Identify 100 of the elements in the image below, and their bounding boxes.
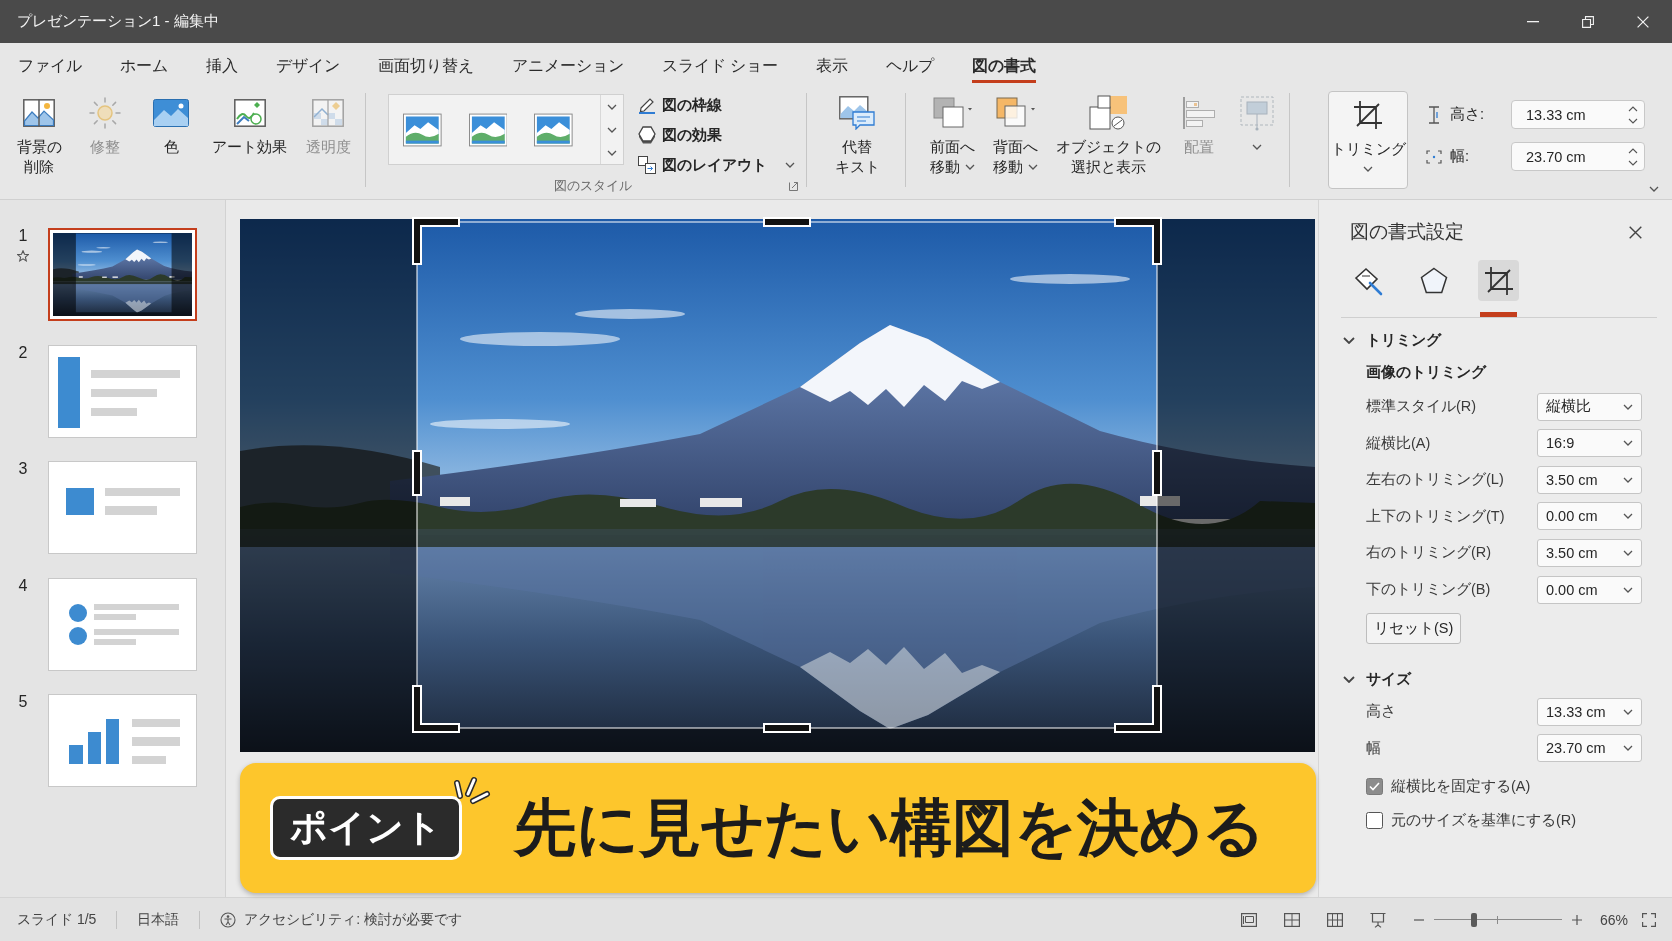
fit-to-window-icon[interactable] (1642, 912, 1656, 927)
picture-layout-button[interactable]: 図のレイアウト (638, 154, 798, 176)
picture-border-button[interactable]: 図の枠線 (638, 94, 798, 116)
ribbon-tab[interactable]: 表示 (816, 43, 849, 83)
field-label: 高さ: (1450, 105, 1486, 124)
chevron-down-icon[interactable] (1649, 186, 1659, 192)
reading-view-icon[interactable] (1326, 912, 1343, 927)
section-header[interactable]: トリミング (1343, 328, 1441, 352)
language-indicator[interactable]: 日本語 (137, 910, 180, 929)
crop-handle[interactable] (412, 450, 422, 496)
picture-effects-button[interactable]: 図の効果 (638, 124, 798, 146)
sparkle-icon (453, 775, 491, 807)
crop-icon (1353, 100, 1383, 130)
window-title: プレゼンテーション1 - 編集中 (17, 12, 219, 31)
crop-handle[interactable] (412, 217, 460, 265)
dropdown[interactable]: 3.50 cm (1537, 538, 1642, 567)
height-icon (1428, 105, 1440, 124)
selection-pane-button[interactable]: オブジェクトの 選択と表示 (1052, 85, 1165, 181)
ribbon-tab[interactable]: ホーム (120, 43, 168, 83)
crop-handle[interactable] (1114, 217, 1162, 265)
normal-view-icon[interactable] (1240, 912, 1257, 927)
picture-icon (312, 99, 344, 127)
slide-thumbnail[interactable] (48, 344, 197, 438)
ribbon-tab[interactable]: 挿入 (206, 43, 238, 83)
reset-button[interactable]: リセット(S) (1366, 612, 1462, 644)
crop-handle[interactable] (1114, 685, 1162, 733)
picture-icon (233, 99, 266, 127)
dropdown[interactable]: 3.50 cm (1537, 465, 1642, 494)
chevron-down-icon[interactable] (606, 103, 617, 110)
ribbon-tab[interactable]: ファイル (18, 43, 82, 83)
dropdown[interactable]: 0.00 cm (1537, 502, 1642, 531)
slide-thumbnail[interactable] (48, 694, 197, 787)
dropdown[interactable]: 縦横比 (1537, 392, 1642, 421)
slide-counter: スライド 1/5 (17, 910, 97, 929)
remove-background-button[interactable]: 背景の 削除 (10, 85, 68, 181)
crop-handle[interactable] (412, 685, 460, 733)
ribbon-tab[interactable]: ヘルプ (886, 43, 935, 83)
crop-handle[interactable] (1152, 450, 1162, 496)
picture-style-icon[interactable] (403, 112, 442, 147)
picture-icon (153, 99, 189, 127)
checkbox-label: 元のサイズを基準にする(R) (1391, 810, 1577, 830)
chevron-down-icon (1623, 745, 1633, 752)
field-label: 左右のトリミング(L) (1366, 470, 1504, 490)
width-icon (1426, 149, 1442, 164)
zoom-out-icon[interactable] (1413, 918, 1424, 921)
chevron-down-icon[interactable] (606, 126, 617, 133)
checkbox-label: 縦横比を固定する(A) (1391, 776, 1531, 796)
alt-text-button[interactable]: 代替 キスト (828, 85, 886, 181)
crop-handle[interactable] (763, 217, 811, 227)
close-icon[interactable] (1629, 225, 1642, 239)
slide-thumbnail[interactable] (48, 461, 197, 554)
artistic-effects-button[interactable]: アート効果 (208, 85, 291, 161)
dialog-launcher-icon[interactable] (789, 181, 798, 191)
minimize-icon[interactable] (1526, 20, 1539, 23)
slideshow-icon[interactable] (1369, 911, 1386, 928)
crop-button[interactable]: トリミング (1328, 91, 1408, 189)
ribbon-tab[interactable]: デザイン (276, 43, 340, 83)
crop-icon (1483, 265, 1514, 296)
color-button[interactable]: 色 (142, 85, 200, 161)
zoom-percent[interactable]: 66% (1599, 911, 1628, 928)
ribbon-tab[interactable]: 画面切り替え (378, 43, 474, 83)
height-field[interactable]: 13.33 cm (1511, 100, 1645, 129)
pen-icon (638, 96, 656, 114)
pane-title: 図の書式設定 (1350, 220, 1464, 244)
dropdown[interactable]: 13.33 cm (1537, 697, 1642, 726)
width-field[interactable]: 23.70 cm (1511, 142, 1645, 171)
ribbon-tab[interactable]: スライド ショー (662, 43, 779, 83)
pentagon-icon (1419, 267, 1448, 294)
align-icon (1182, 97, 1216, 129)
picture-style-icon[interactable] (468, 112, 508, 147)
checkbox[interactable] (1366, 777, 1383, 795)
slide-thumbnail[interactable] (48, 577, 197, 671)
checkbox[interactable] (1366, 811, 1383, 829)
ribbon-tab[interactable]: アニメーション (512, 43, 624, 83)
shapes-icon (1088, 95, 1129, 131)
picture-style-icon[interactable] (534, 112, 573, 147)
zoom-slider-thumb[interactable] (1470, 912, 1477, 927)
sun-icon (89, 97, 121, 129)
accessibility-icon (220, 911, 237, 928)
accessibility-status[interactable]: アクセシビリティ: 検討が必要です (220, 910, 463, 929)
section-header[interactable]: サイズ (1343, 667, 1411, 692)
dropdown[interactable]: 16:9 (1537, 429, 1642, 458)
dropdown[interactable]: 23.70 cm (1537, 734, 1642, 763)
chevron-down-icon[interactable] (606, 149, 617, 156)
picture-icon (23, 99, 55, 127)
send-backward-button[interactable]: 背面へ 移動 (989, 85, 1042, 181)
format-tab[interactable] (1478, 260, 1519, 301)
field-label: 上下のトリミング(T) (1366, 506, 1505, 526)
chevron-down-icon (1623, 440, 1633, 447)
crop-handle[interactable] (763, 723, 811, 733)
zoom-in-icon[interactable] (1571, 914, 1582, 925)
bring-forward-button[interactable]: 前面へ 移動 (926, 85, 979, 181)
chevron-down-icon (1623, 403, 1633, 410)
group-icon (1239, 95, 1275, 131)
restore-icon[interactable] (1581, 15, 1594, 28)
slide-number: 3 (18, 461, 28, 477)
slide-sorter-icon[interactable] (1283, 912, 1300, 927)
slide-number: 2 (18, 344, 28, 361)
chevron-down-icon (1623, 586, 1633, 593)
dropdown[interactable]: 0.00 cm (1537, 575, 1642, 604)
